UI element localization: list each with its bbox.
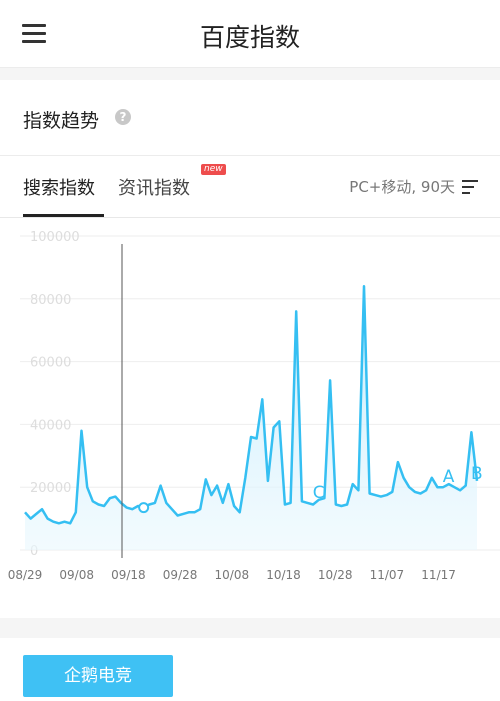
tab-search-index[interactable]: 搜索指数 xyxy=(23,174,95,200)
trend-chart: 100000 80000 60000 40000 20000 0 CAB 08/29 09/… xyxy=(0,218,500,618)
x-tick-label: 09/18 xyxy=(111,568,146,582)
section-title: 指数趋势 xyxy=(23,110,100,132)
annotation-marker[interactable]: C xyxy=(313,483,325,503)
index-tabs: 搜索指数 资讯指数 new PC+移动, 90天 xyxy=(0,156,500,218)
tab-news-index[interactable]: 资讯指数 xyxy=(118,174,190,200)
filter-icon[interactable] xyxy=(462,180,478,194)
y-tick-label: 100000 xyxy=(30,230,80,245)
top-bar: 百度指数 xyxy=(0,0,500,68)
divider xyxy=(0,618,500,638)
y-tick-label: 20000 xyxy=(30,481,71,496)
brand-button[interactable]: 企鹅电竞 xyxy=(23,655,173,697)
annotation-marker[interactable]: A xyxy=(443,467,455,487)
x-tick-label: 09/28 xyxy=(163,568,198,582)
cursor-point xyxy=(138,502,150,514)
new-badge: new xyxy=(201,164,226,175)
help-icon[interactable]: ? xyxy=(115,109,131,125)
x-tick-label: 11/07 xyxy=(370,568,405,582)
divider xyxy=(0,68,500,80)
x-tick-label: 10/28 xyxy=(318,568,353,582)
section-header: 指数趋势 ? xyxy=(0,80,500,156)
x-tick-label: 08/29 xyxy=(8,568,43,582)
y-tick-label: 80000 xyxy=(30,293,71,308)
series-area xyxy=(25,286,477,550)
x-tick-label: 09/08 xyxy=(59,568,94,582)
x-tick-label: 11/17 xyxy=(421,568,456,582)
filter-label[interactable]: PC+移动, 90天 xyxy=(349,176,455,197)
x-tick-label: 10/08 xyxy=(215,568,250,582)
app-title: 百度指数 xyxy=(199,23,300,52)
trend-chart-svg: 100000800006000040000200000 CA B 08/29 09/… xyxy=(8,230,500,582)
y-tick-label: 60000 xyxy=(30,356,71,371)
active-tab-indicator xyxy=(23,214,104,217)
x-tick-label: 10/18 xyxy=(266,568,301,582)
y-tick-label: 40000 xyxy=(30,418,71,433)
footer: 企鹅电竞 xyxy=(0,638,500,701)
annotation-marker[interactable]: B xyxy=(471,464,483,484)
